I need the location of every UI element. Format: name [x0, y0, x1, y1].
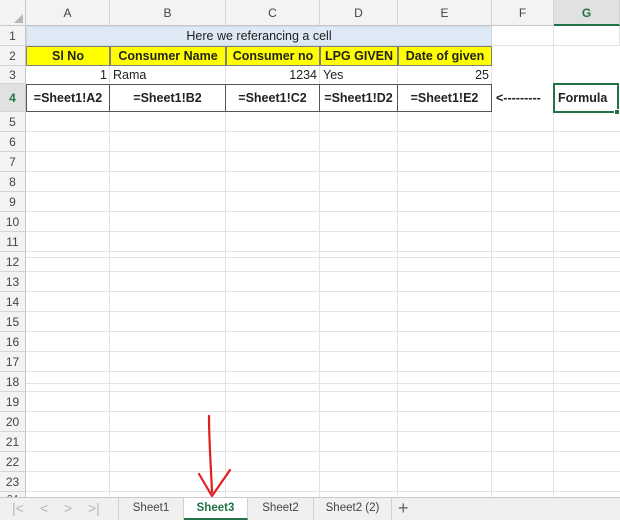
row-header[interactable]: 10 [0, 212, 26, 232]
column-header-d[interactable]: D [320, 0, 398, 26]
formula-cell-e4[interactable]: =Sheet1!E2 [398, 84, 492, 112]
cell-f1[interactable] [492, 26, 554, 46]
tab-sheet3[interactable]: Sheet3 [184, 498, 248, 520]
row-header[interactable]: 12 [0, 252, 26, 272]
formula-cell-b4[interactable]: =Sheet1!B2 [110, 84, 226, 112]
header-consumer-no[interactable]: Consumer no [226, 46, 320, 66]
column-header-c[interactable]: C [226, 0, 320, 26]
annotation-arrow-icon [197, 414, 232, 497]
row-header[interactable]: 17 [0, 352, 26, 372]
column-header-f[interactable]: F [492, 0, 554, 26]
select-all-corner[interactable] [0, 0, 26, 26]
formula-cell-c4[interactable]: =Sheet1!C2 [226, 84, 320, 112]
cell-d3[interactable]: Yes [320, 66, 398, 84]
header-lpg-given[interactable]: LPG GIVEN [320, 46, 398, 66]
row-header[interactable]: 16 [0, 332, 26, 352]
column-header-g[interactable]: G [554, 0, 620, 26]
column-header-b[interactable]: B [110, 0, 226, 26]
row-header[interactable]: 19 [0, 392, 26, 412]
active-cell-g4[interactable]: Formula [553, 83, 619, 113]
column-header-a[interactable]: A [26, 0, 110, 26]
tab-sheet1[interactable]: Sheet1 [118, 498, 184, 520]
row-header[interactable]: 23 [0, 472, 26, 492]
first-sheet-icon[interactable]: |< [12, 500, 24, 516]
row-header[interactable]: 6 [0, 132, 26, 152]
row-header[interactable]: 22 [0, 452, 26, 472]
add-sheet-button[interactable]: + [398, 498, 409, 518]
row-header[interactable]: 15 [0, 312, 26, 332]
next-sheet-icon[interactable]: > [64, 500, 72, 516]
formula-cell-d4[interactable]: =Sheet1!D2 [320, 84, 398, 112]
cell-a3[interactable]: 1 [26, 66, 110, 84]
row-header[interactable]: 18 [0, 372, 26, 392]
prev-sheet-icon[interactable]: < [40, 500, 48, 516]
tab-sheet2[interactable]: Sheet2 [248, 498, 314, 520]
title-cell[interactable]: Here we referancing a cell [26, 26, 492, 46]
row-header[interactable]: 14 [0, 292, 26, 312]
row-header[interactable]: 13 [0, 272, 26, 292]
row-header[interactable]: 20 [0, 412, 26, 432]
row-header[interactable]: 21 [0, 432, 26, 452]
cell-e3[interactable]: 25 [398, 66, 492, 84]
formula-cell-a4[interactable]: =Sheet1!A2 [26, 84, 110, 112]
row-header[interactable]: 4 [0, 84, 26, 112]
cell-g1[interactable] [554, 26, 620, 46]
last-sheet-icon[interactable]: >| [88, 500, 100, 516]
cell-c3[interactable]: 1234 [226, 66, 320, 84]
tab-sheet2-2[interactable]: Sheet2 (2) [314, 498, 392, 520]
sheet-tab-bar: |< < > >| Sheet1 Sheet3 Sheet2 Sheet2 (2… [0, 497, 620, 520]
row-header[interactable]: 1 [0, 26, 26, 46]
header-sl-no[interactable]: Sl No [26, 46, 110, 66]
spreadsheet-grid[interactable]: A B C D E F G 1 2 3 4 5 6 7 8 9 10 11 12… [0, 0, 620, 497]
row-header[interactable]: 2 [0, 46, 26, 66]
row-header[interactable]: 9 [0, 192, 26, 212]
row-header[interactable]: 8 [0, 172, 26, 192]
row-header[interactable]: 3 [0, 66, 26, 84]
row-header[interactable]: 7 [0, 152, 26, 172]
row-header[interactable]: 5 [0, 112, 26, 132]
header-date-of-given[interactable]: Date of given [398, 46, 492, 66]
header-consumer-name[interactable]: Consumer Name [110, 46, 226, 66]
cell-b3[interactable]: Rama [110, 66, 226, 84]
row-header[interactable]: 11 [0, 232, 26, 252]
fill-handle[interactable] [614, 109, 620, 115]
arrow-text-f4[interactable]: <--------- [492, 84, 554, 112]
column-header-e[interactable]: E [398, 0, 492, 26]
